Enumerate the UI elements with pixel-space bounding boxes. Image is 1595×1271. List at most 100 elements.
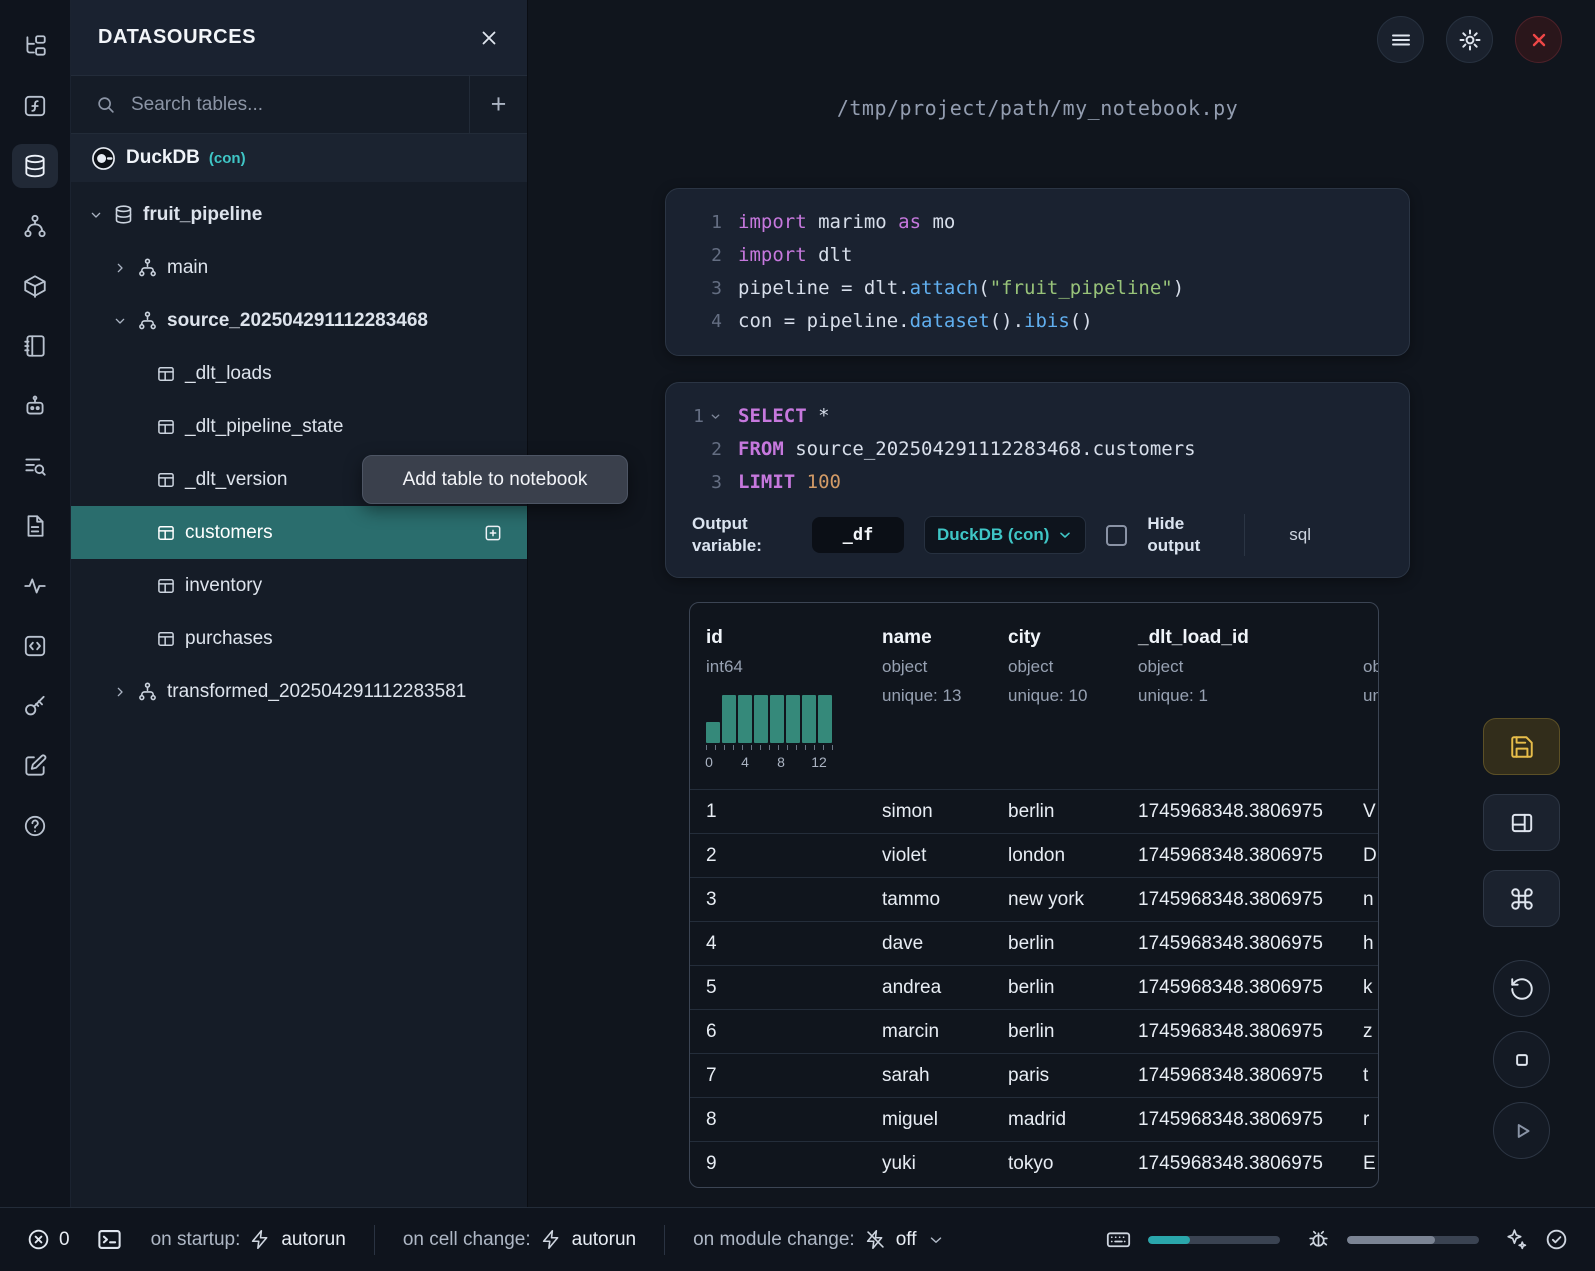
column-header-city[interactable]: city object unique: 10 bbox=[992, 603, 1122, 789]
ai-assist-button[interactable] bbox=[1503, 1227, 1528, 1252]
command-icon bbox=[1509, 886, 1535, 912]
table-cell: tokyo bbox=[992, 1153, 1122, 1175]
table-row[interactable]: 8miguelmadrid1745968348.3806975r bbox=[690, 1097, 1379, 1141]
rail-notebook-button[interactable] bbox=[12, 324, 58, 368]
hide-output-checkbox[interactable] bbox=[1106, 525, 1127, 546]
cell-change-autorun-config[interactable]: on cell change: autorun bbox=[403, 1229, 636, 1251]
tree-item-main[interactable]: main bbox=[71, 241, 527, 294]
table-body: 1simonberlin1745968348.3806975V2violetlo… bbox=[690, 789, 1379, 1185]
table-cell: sarah bbox=[866, 1065, 992, 1087]
table-row[interactable]: 6marcinberlin1745968348.3806975z bbox=[690, 1009, 1379, 1053]
window-actions bbox=[1377, 16, 1562, 63]
tree-item-fruit-pipeline[interactable]: fruit_pipeline bbox=[71, 188, 527, 241]
table-icon bbox=[156, 364, 176, 384]
table-row[interactable]: 2violetlondon1745968348.3806975D bbox=[690, 833, 1379, 877]
rerun-button[interactable] bbox=[1493, 960, 1550, 1017]
histogram-bar bbox=[706, 722, 720, 744]
logs-search-icon bbox=[22, 453, 48, 479]
engine-select-dropdown[interactable]: DuckDB (con) bbox=[924, 516, 1086, 554]
tree-item-transformed-schema[interactable]: transformed_202504291112283581 bbox=[71, 665, 527, 718]
table-row[interactable]: 3tammonew york1745968348.3806975n bbox=[690, 877, 1379, 921]
column-name: id bbox=[706, 627, 866, 649]
terminal-button[interactable] bbox=[96, 1226, 123, 1253]
table-row[interactable]: 7sarahparis1745968348.3806975t bbox=[690, 1053, 1379, 1097]
python-cell: 1 2 3 4 import marimo as moimport dltpip… bbox=[665, 188, 1410, 356]
notebook-filename: /tmp/project/path/my_notebook.py bbox=[665, 96, 1410, 120]
histogram-bar bbox=[722, 695, 736, 743]
debug-size-slider[interactable] bbox=[1347, 1236, 1479, 1244]
add-datasource-button[interactable]: + bbox=[469, 76, 527, 133]
fold-chevron-icon[interactable] bbox=[709, 410, 722, 423]
chevron-down-icon[interactable] bbox=[88, 207, 104, 223]
module-change-config[interactable]: on module change: off bbox=[693, 1229, 944, 1251]
column-dtype: object bbox=[1363, 657, 1379, 677]
engine-duckdb[interactable]: DuckDB (con) bbox=[71, 134, 527, 182]
rail-secrets-button[interactable] bbox=[12, 684, 58, 728]
rail-snippets-button[interactable] bbox=[12, 624, 58, 668]
table-cell: 1745968348.3806975 bbox=[1122, 977, 1347, 999]
save-button[interactable] bbox=[1483, 718, 1560, 775]
rail-help-button[interactable] bbox=[12, 804, 58, 848]
table-row[interactable]: 5andreaberlin1745968348.3806975k bbox=[690, 965, 1379, 1009]
close-panel-button[interactable] bbox=[478, 27, 500, 49]
rail-scratchpad-button[interactable] bbox=[12, 744, 58, 788]
rail-datasources-button[interactable] bbox=[12, 144, 58, 188]
rail-dependencies-button[interactable] bbox=[12, 204, 58, 248]
run-button[interactable] bbox=[1493, 1102, 1550, 1159]
tree-item-purchases[interactable]: purchases bbox=[71, 612, 527, 665]
table-cell: violet bbox=[866, 845, 992, 867]
keyboard-shortcuts-button[interactable] bbox=[1483, 870, 1560, 927]
schema-icon bbox=[137, 681, 158, 702]
add-table-to-notebook-button[interactable] bbox=[483, 523, 503, 543]
rail-file-explorer-button[interactable] bbox=[12, 24, 58, 68]
layout-button[interactable] bbox=[1483, 794, 1560, 851]
rail-logs-button[interactable] bbox=[12, 444, 58, 488]
chevron-down-icon[interactable] bbox=[112, 313, 128, 329]
rail-ai-button[interactable] bbox=[12, 384, 58, 428]
tree-item-dlt-pipeline-state[interactable]: _dlt_pipeline_state bbox=[71, 400, 527, 453]
column-header-overflow[interactable]: object unique: bbox=[1347, 603, 1379, 789]
settings-button[interactable] bbox=[1446, 16, 1493, 63]
tree-item-label: _dlt_version bbox=[185, 469, 287, 491]
shutdown-button[interactable] bbox=[1515, 16, 1562, 63]
rail-tracing-button[interactable] bbox=[12, 564, 58, 608]
table-cell: berlin bbox=[992, 977, 1122, 999]
tree-item-inventory[interactable]: inventory bbox=[71, 559, 527, 612]
table-row[interactable]: 9yukitokyo1745968348.3806975E bbox=[690, 1141, 1379, 1185]
startup-autorun-config[interactable]: on startup: autorun bbox=[151, 1229, 346, 1251]
sql-code-editor[interactable]: SELECT *FROM source_202504291112283468.c… bbox=[738, 400, 1196, 499]
rail-functions-button[interactable] bbox=[12, 84, 58, 128]
table-cell: 1745968348.3806975 bbox=[1122, 801, 1347, 823]
tree-item-customers[interactable]: customers bbox=[71, 506, 527, 559]
python-code-editor[interactable]: import marimo as moimport dltpipeline = … bbox=[738, 206, 1184, 338]
panel-title: DATASOURCES bbox=[98, 26, 256, 49]
table-row[interactable]: 1simonberlin1745968348.3806975V bbox=[690, 789, 1379, 833]
column-header-id[interactable]: id int64 0 4 8 12 bbox=[690, 603, 866, 789]
table-cell: miguel bbox=[866, 1109, 992, 1131]
menu-button[interactable] bbox=[1377, 16, 1424, 63]
table-cell: berlin bbox=[992, 1021, 1122, 1043]
rail-packages-button[interactable] bbox=[12, 264, 58, 308]
rail-documentation-button[interactable] bbox=[12, 504, 58, 548]
chevron-right-icon[interactable] bbox=[112, 260, 128, 276]
table-cell: 7 bbox=[690, 1065, 866, 1087]
table-cell: n bbox=[1347, 889, 1379, 911]
hide-output-label: Hide output bbox=[1147, 513, 1209, 557]
search-tables-input[interactable] bbox=[131, 94, 469, 116]
scratchpad-icon bbox=[22, 753, 48, 779]
tree-item-dlt-loads[interactable]: _dlt_loads bbox=[71, 347, 527, 400]
stop-icon bbox=[1509, 1047, 1535, 1073]
table-row[interactable]: 4daveberlin1745968348.3806975h bbox=[690, 921, 1379, 965]
table-cell: 1745968348.3806975 bbox=[1122, 1065, 1347, 1087]
error-indicator[interactable]: 0 bbox=[26, 1227, 70, 1252]
tree-item-source-schema[interactable]: source_202504291112283468 bbox=[71, 294, 527, 347]
column-header-dlt-load-id[interactable]: _dlt_load_id object unique: 1 bbox=[1122, 603, 1347, 789]
all-cells-ran-button[interactable] bbox=[1544, 1227, 1569, 1252]
keyboard-size-slider[interactable] bbox=[1148, 1236, 1280, 1244]
stop-button[interactable] bbox=[1493, 1031, 1550, 1088]
chevron-right-icon[interactable] bbox=[112, 684, 128, 700]
output-variable-input[interactable] bbox=[812, 517, 904, 553]
column-header-name[interactable]: name object unique: 13 bbox=[866, 603, 992, 789]
table-cell: V bbox=[1347, 801, 1379, 823]
tree-item-label: purchases bbox=[185, 628, 273, 650]
